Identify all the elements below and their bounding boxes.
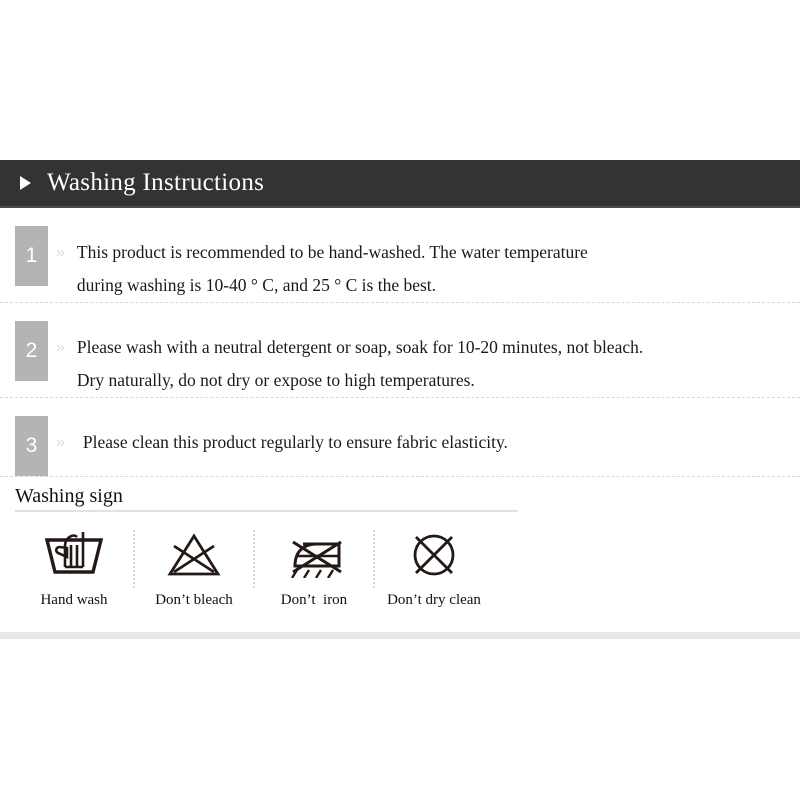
triangle-right-icon xyxy=(20,176,31,190)
washing-symbol-do-not-bleach: Don’t bleach xyxy=(135,530,253,609)
instruction-line: Dry naturally, do not dry or expose to h… xyxy=(76,370,475,390)
page-title: Washing Instructions xyxy=(47,169,265,196)
washing-symbol-hand-wash: Hand wash xyxy=(15,530,133,609)
washing-symbols-row: Hand wash Don’t bleach Don’t iron Don’t … xyxy=(0,530,800,609)
instruction-text: This product is recommended to be hand-w… xyxy=(69,226,608,302)
bottom-white-area xyxy=(0,639,800,800)
instruction-line: Please clean this product regularly to e… xyxy=(82,432,508,452)
instruction-text: Please wash with a neutral detergent or … xyxy=(69,321,663,397)
washing-sign-title: Washing sign xyxy=(15,485,123,507)
do-not-bleach-icon xyxy=(166,530,222,580)
list-item: 2 » Please wash with a neutral detergent… xyxy=(0,302,800,397)
washing-symbol-do-not-iron: Don’t iron xyxy=(255,530,373,609)
washing-symbol-label: Don’t dry clean xyxy=(387,592,481,608)
hand-wash-icon xyxy=(43,530,105,580)
instruction-text: Please clean this product regularly to e… xyxy=(69,416,528,459)
top-white-spacer xyxy=(0,0,800,160)
do-not-iron-icon xyxy=(283,530,345,580)
step-number-badge: 2 xyxy=(15,321,48,381)
washing-symbol-label: Don’t iron xyxy=(280,592,348,608)
section-end-band xyxy=(0,632,800,639)
instruction-line: This product is recommended to be hand-w… xyxy=(76,242,588,262)
instruction-line: during washing is 10-40 ° C, and 25 ° C … xyxy=(76,275,437,295)
washing-sign-section: Washing sign Hand wash Don’t bleach Don’… xyxy=(0,476,800,609)
list-item: 1 » This product is recommended to be ha… xyxy=(0,208,800,302)
instructions-list: 1 » This product is recommended to be ha… xyxy=(0,208,800,476)
washing-instructions-header: Washing Instructions xyxy=(0,160,800,208)
washing-sign-title-wrap: Washing sign xyxy=(15,485,518,512)
chevron-right-icon: » xyxy=(56,244,65,261)
list-item: 3 » Please clean this product regularly … xyxy=(0,397,800,476)
step-number-badge: 1 xyxy=(15,226,48,286)
washing-symbol-do-not-dry-clean: Don’t dry clean xyxy=(375,530,493,609)
washing-symbol-label: Don’t bleach xyxy=(155,592,233,608)
chevron-right-icon: » xyxy=(56,434,65,451)
do-not-dry-clean-icon xyxy=(408,530,460,580)
instruction-line: Please wash with a neutral detergent or … xyxy=(76,337,644,357)
washing-symbol-label: Hand wash xyxy=(40,592,108,608)
chevron-right-icon: » xyxy=(56,339,65,356)
step-number-badge: 3 xyxy=(15,416,48,476)
